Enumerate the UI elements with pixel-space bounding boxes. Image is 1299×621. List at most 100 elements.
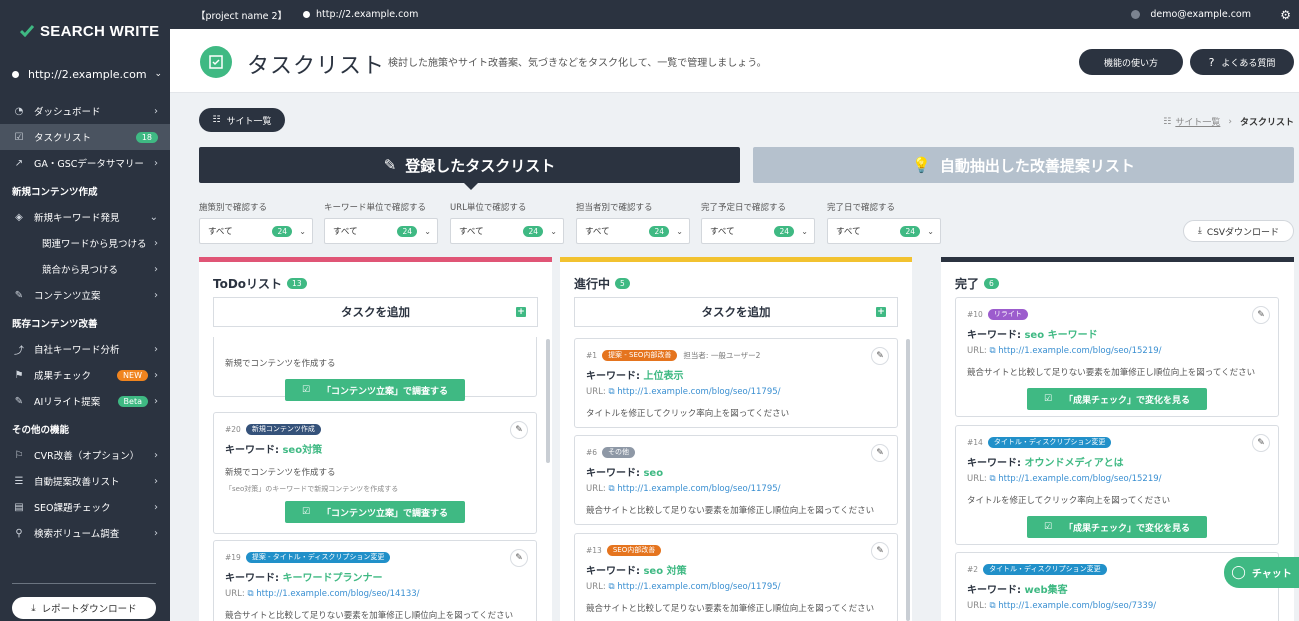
url-link[interactable]: http://1.example.com/blog/seo/11795/ — [617, 387, 780, 397]
question-icon: ? — [1208, 55, 1215, 69]
keyword-value[interactable]: キーワードプランナー — [282, 573, 382, 584]
seo-icon: ▤ — [14, 501, 24, 513]
chevron-right-icon: › — [154, 449, 158, 461]
results-check-button[interactable]: ☑ 「成果チェック」で変化を見る — [1027, 388, 1207, 410]
add-task-button[interactable]: タスクを追加 + — [574, 297, 898, 327]
url-link[interactable]: http://1.example.com/blog/seo/11795/ — [617, 582, 780, 592]
task-card[interactable]: #10 リライト キーワード: seo キーワード URL: ⧉ http://1… — [955, 297, 1279, 417]
filter-select[interactable]: すべて 24 ⌄ — [324, 218, 438, 244]
filter-select[interactable]: すべて 24 ⌄ — [701, 218, 815, 244]
sidebar-item-label: CVR改善（オプション） — [34, 451, 140, 462]
url-link[interactable]: http://1.example.com/blog/seo/11795/ — [617, 484, 780, 494]
filter-label: 担当者別で確認する — [576, 203, 653, 213]
site-selector-label: http://2.example.com — [28, 67, 147, 81]
gear-icon[interactable]: ⚙ — [1280, 8, 1291, 22]
url-link[interactable]: http://1.example.com/blog/seo/7339/ — [998, 601, 1156, 611]
edit-icon[interactable]: ✎ — [871, 347, 889, 365]
keyword-value[interactable]: 上位表示 — [643, 371, 683, 382]
url-link[interactable]: http://1.example.com/blog/seo/15219/ — [998, 346, 1161, 356]
sidebar-item-content-plan[interactable]: ✎ コンテンツ立案 › — [0, 282, 170, 308]
column-color-bar — [199, 257, 552, 262]
content-plan-button[interactable]: ☑ 「コンテンツ立案」で調査する — [285, 379, 465, 401]
filter-count-badge: 24 — [397, 225, 417, 237]
sidebar-item-tasklist[interactable]: ☑ タスクリスト 18 — [0, 124, 170, 150]
task-keyword: キーワード: web集客 — [967, 581, 1267, 596]
edit-icon[interactable]: ✎ — [1252, 434, 1270, 452]
chevron-down-icon: ⌄ — [154, 69, 163, 79]
task-meta: #2 タイトル・ディスクリプション変更 — [967, 563, 1267, 575]
sidebar-item-seo-check[interactable]: ▤ SEO課題チェック › — [0, 494, 170, 520]
scrollbar[interactable] — [546, 339, 550, 463]
task-assignee: 担当者: 一般ユーザー2 — [683, 350, 761, 360]
edit-icon[interactable]: ✎ — [510, 549, 528, 567]
filter-select[interactable]: すべて 24 ⌄ — [199, 218, 313, 244]
sidebar-item-ga-gsc[interactable]: ↗ GA・GSCデータサマリー › — [0, 150, 170, 176]
sidebar-item-results-check[interactable]: ⚑ 成果チェック NEW › — [0, 362, 170, 388]
edit-icon[interactable]: ✎ — [510, 421, 528, 439]
user-menu[interactable]: demo@example.com — [1131, 9, 1251, 20]
tab-registered[interactable]: ✎ 登録したタスクリスト — [199, 147, 740, 190]
breadcrumb-site-list[interactable]: サイト一覧 — [1175, 115, 1220, 128]
task-keyword: キーワード: seo キーワード — [967, 326, 1267, 341]
scrollbar[interactable] — [906, 339, 910, 621]
chevron-right-icon: › — [154, 395, 158, 407]
sidebar-item-new-keyword[interactable]: ◈ 新規キーワード発見 ⌄ — [0, 204, 170, 230]
task-card[interactable]: #19 提案 - タイトル・ディスクリプション変更 キーワード: キーワードプラン… — [213, 540, 537, 621]
add-task-label: タスクを追加 — [341, 305, 410, 319]
sidebar-item-label: 競合から見つける — [42, 265, 119, 276]
chart-icon: ↗ — [14, 157, 24, 169]
results-check-button[interactable]: ☑ 「成果チェック」で変化を見る — [1027, 516, 1207, 538]
edit-icon[interactable]: ✎ — [871, 444, 889, 462]
site-list-button[interactable]: ☷ サイト一覧 — [199, 108, 285, 132]
keyword-value[interactable]: seo — [643, 468, 663, 479]
content-plan-label: 「コンテンツ立案」で調査する — [322, 508, 449, 519]
sidebar-item-auto-list[interactable]: ☰ 自動提案改善リスト › — [0, 468, 170, 494]
logo[interactable]: SEARCH WRITE — [0, 0, 170, 62]
csv-download-button[interactable]: ⤓ CSVダウンロード — [1183, 220, 1294, 242]
sidebar-item-cvr[interactable]: ⚐ CVR改善（オプション） › — [0, 442, 170, 468]
edit-icon[interactable]: ✎ — [1252, 306, 1270, 324]
page-header: タスクリスト 検討した施策やサイト改善案、気づきなどをタスク化して、一覧で管理し… — [170, 29, 1299, 93]
keyword-value[interactable]: web集客 — [1024, 585, 1067, 596]
keyword-value[interactable]: seo 対策 — [643, 566, 686, 577]
content-plan-button[interactable]: ☑ 「コンテンツ立案」で調査する — [285, 501, 465, 523]
task-tag: その他 — [602, 446, 636, 458]
keyword-value[interactable]: seo対策 — [282, 445, 322, 456]
keyword-label: キーワード: — [586, 468, 644, 479]
sidebar-item-search-volume[interactable]: ⚲ 検索ボリューム調査 › — [0, 520, 170, 546]
sidebar-item-ai-rewrite[interactable]: ✎ AIリライト提案 Beta › — [0, 388, 170, 414]
task-card[interactable]: 新規でコンテンツを作成する ☑ 「コンテンツ立案」で調査する — [213, 337, 537, 401]
task-card[interactable]: #20 新規コンテンツ作成 キーワード: seo対策 新規でコンテンツを作成する … — [213, 412, 537, 534]
sidebar-item-keyword-analysis[interactable]: ⤴ 自社キーワード分析 › — [0, 336, 170, 362]
sidebar-item-label: コンテンツ立案 — [34, 291, 101, 302]
sidebar-item-related-words[interactable]: 関連ワードから見つける › — [0, 230, 170, 256]
filter-select[interactable]: すべて 24 ⌄ — [827, 218, 941, 244]
task-keyword: キーワード: seo対策 — [225, 441, 525, 456]
task-card[interactable]: #13 SEO内部改善 キーワード: seo 対策 URL: ⧉ http://1… — [574, 533, 898, 621]
keyword-value[interactable]: seo キーワード — [1024, 330, 1097, 341]
usage-button[interactable]: 機能の使い方 — [1079, 49, 1183, 75]
card-list: 新規でコンテンツを作成する ☑ 「コンテンツ立案」で調査する #20 新規コンテンツ… — [213, 337, 538, 621]
filter-measure: 施策別で確認する すべて 24 ⌄ — [199, 201, 313, 244]
edit-icon[interactable]: ✎ — [871, 542, 889, 560]
url-label: URL: — [225, 589, 248, 599]
sidebar-item-competitors[interactable]: 競合から見つける › — [0, 256, 170, 282]
page-description: 検討した施策やサイト改善案、気づきなどをタスク化して、一覧で管理しましょう。 — [388, 58, 767, 69]
url-link[interactable]: http://1.example.com/blog/seo/15219/ — [998, 474, 1161, 484]
chat-button[interactable]: ◯ チャット — [1224, 557, 1299, 588]
sidebar-item-dashboard[interactable]: ◔ ダッシュボード › — [0, 98, 170, 124]
faq-button[interactable]: ? よくある質問 — [1190, 49, 1294, 75]
url-link[interactable]: http://1.example.com/blog/seo/14133/ — [256, 589, 419, 599]
filter-select[interactable]: すべて 24 ⌄ — [450, 218, 564, 244]
task-card[interactable]: #6 その他 キーワード: seo URL: ⧉ http://1.example… — [574, 435, 898, 525]
task-card[interactable]: #1 提案 - SEO内部改善 担当者: 一般ユーザー2 キーワード: 上位表示 U… — [574, 338, 898, 428]
add-task-button[interactable]: タスクを追加 + — [213, 297, 538, 327]
task-card[interactable]: #14 タイトル・ディスクリプション変更 キーワード: オウンドメディアとは UR… — [955, 425, 1279, 545]
site-selector[interactable]: http://2.example.com ⌄ — [0, 62, 170, 86]
filter-select[interactable]: すべて 24 ⌄ — [576, 218, 690, 244]
results-check-label: 「成果チェック」で変化を見る — [1064, 523, 1191, 534]
column-color-bar — [941, 257, 1294, 262]
tab-auto[interactable]: 💡 自動抽出した改善提案リスト — [753, 147, 1294, 183]
report-download-button[interactable]: ⤓ レポートダウンロード — [12, 597, 156, 619]
keyword-value[interactable]: オウンドメディアとは — [1024, 458, 1123, 469]
